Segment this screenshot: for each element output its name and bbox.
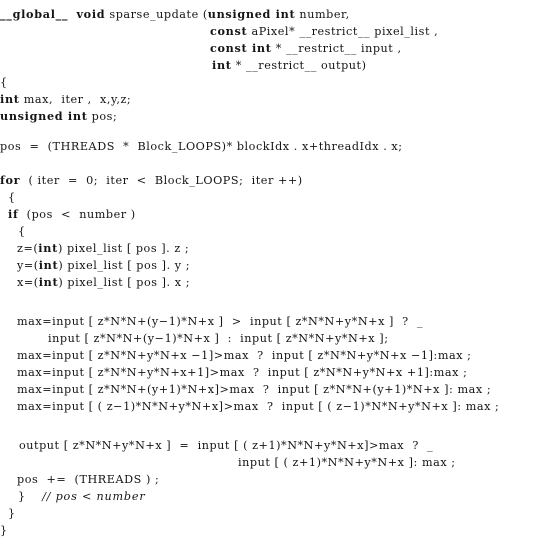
code-text: { (18, 225, 26, 238)
code-text: x=( (17, 276, 39, 289)
code-text: sparse_update ( (105, 8, 208, 21)
code-keyword: void (76, 7, 106, 21)
code-text: max=input [ z*N*N+(y−1)*N+x ] > input [ … (17, 315, 424, 328)
code-line: int * __restrict__ output) (212, 58, 367, 73)
code-keyword: if (8, 207, 19, 221)
code-text: max, iter , x,y,z; (19, 93, 132, 106)
code-keyword: __global__ (0, 7, 69, 21)
code-keyword: int (38, 241, 58, 255)
code-text: max=input [ z*N*N+y*N+x −1]>max ? input … (17, 349, 472, 362)
code-text: pos += (THREADS ) ; (17, 473, 160, 486)
code-keyword: unsigned int (0, 109, 88, 123)
code-line: { (0, 76, 8, 89)
code-line: __global__ void sparse_update (unsigned … (0, 7, 350, 22)
code-text: { (0, 76, 8, 89)
code-line: } (8, 507, 16, 520)
code-comment: // pos < number (42, 490, 146, 503)
code-text: ) pixel_list [ pos ]. z ; (57, 242, 190, 255)
code-text: ) pixel_list [ pos ]. x ; (58, 276, 191, 289)
code-text: (pos < number ) (18, 208, 136, 221)
code-text: ( iter = 0; iter < Block_LOOPS; iter ++) (20, 174, 303, 187)
code-text: z=( (17, 242, 39, 255)
code-text: pos = (THREADS * Block_LOOPS)* blockIdx … (0, 140, 403, 153)
code-line: max=input [ z*N*N+y*N+x+1]>max ? input [… (17, 366, 467, 379)
code-text: output [ z*N*N+y*N+x ] = input [ ( z+1)*… (19, 439, 434, 452)
code-line: pos = (THREADS * Block_LOOPS)* blockIdx … (0, 140, 403, 153)
code-text: aPixel* __restrict__ pixel_list , (247, 25, 439, 38)
code-line: max=input [ z*N*N+(y+1)*N+x]>max ? input… (17, 383, 491, 396)
code-keyword: int (0, 92, 20, 106)
code-keyword: const (210, 24, 248, 38)
code-line: max=input [ z*N*N+y*N+x −1]>max ? input … (17, 349, 472, 362)
code-keyword: unsigned int (207, 7, 296, 21)
code-line: const aPixel* __restrict__ pixel_list , (210, 24, 439, 39)
code-listing: __global__ void sparse_update (unsigned … (0, 0, 548, 538)
code-line: int max, iter , x,y,z; (0, 92, 132, 107)
code-keyword: int (38, 275, 59, 289)
code-text: { (8, 191, 16, 204)
code-line: input [ ( z+1)*N*N+y*N+x ]: max ; (238, 456, 456, 469)
code-keyword: int (38, 258, 59, 272)
code-text: * __restrict__ output) (231, 59, 367, 72)
code-keyword: int (212, 58, 232, 72)
code-line: output [ z*N*N+y*N+x ] = input [ ( z+1)*… (19, 439, 433, 452)
code-line: } // pos < number (18, 490, 145, 503)
code-text: input [ z*N*N+(y−1)*N+x ] : input [ z*N*… (48, 332, 389, 345)
code-line: max=input [ z*N*N+(y−1)*N+x ] > input [ … (17, 315, 423, 328)
code-line: x=(int) pixel_list [ pos ]. x ; (17, 275, 191, 290)
code-line: y=(int) pixel_list [ pos ]. y ; (17, 258, 191, 273)
code-text: y=( (17, 259, 39, 272)
code-line: { (18, 225, 26, 238)
code-line: if (pos < number ) (8, 207, 136, 222)
code-text: input [ ( z+1)*N*N+y*N+x ]: max ; (238, 456, 456, 469)
code-text: } (18, 490, 43, 503)
code-line: } (0, 524, 8, 537)
code-line: { (8, 191, 16, 204)
code-line: unsigned int pos; (0, 109, 118, 124)
code-line: pos += (THREADS ) ; (17, 473, 159, 486)
code-text: number, (295, 8, 350, 21)
code-line: max=input [ ( z−1)*N*N+y*N+x]>max ? inpu… (17, 400, 499, 413)
code-text: } (8, 507, 16, 520)
code-keyword: const int (210, 41, 272, 55)
code-line: const int * __restrict__ input , (210, 41, 402, 56)
code-line: z=(int) pixel_list [ pos ]. z ; (17, 241, 190, 256)
code-text: ) pixel_list [ pos ]. y ; (58, 259, 191, 272)
code-keyword: for (0, 173, 21, 187)
code-line: for ( iter = 0; iter < Block_LOOPS; iter… (0, 173, 303, 188)
code-text: * __restrict__ input , (271, 42, 402, 55)
code-text: max=input [ z*N*N+(y+1)*N+x]>max ? input… (17, 383, 492, 396)
code-line: input [ z*N*N+(y−1)*N+x ] : input [ z*N*… (48, 332, 389, 345)
code-text: max=input [ z*N*N+y*N+x+1]>max ? input [… (17, 366, 468, 379)
code-text: pos; (87, 110, 118, 123)
code-text: } (0, 524, 8, 537)
code-text: max=input [ ( z−1)*N*N+y*N+x]>max ? inpu… (17, 400, 500, 413)
